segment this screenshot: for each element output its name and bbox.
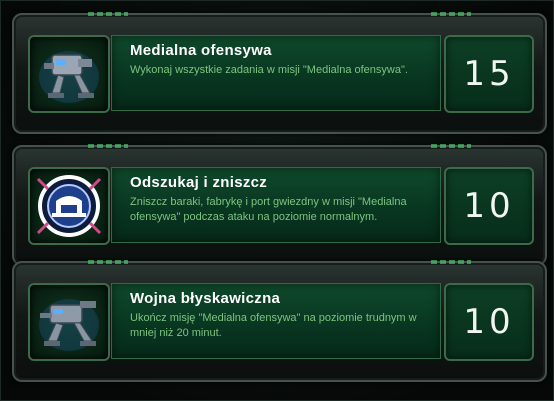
achievement-points-box: 15 bbox=[444, 35, 534, 113]
achievement-info: Wojna błyskawiczna Ukończ misję "Medialn… bbox=[111, 283, 441, 359]
achievement-title: Wojna błyskawiczna bbox=[130, 290, 281, 307]
achievement-info: Odszukaj i zniszcz Zniszcz baraki, fabry… bbox=[111, 167, 441, 243]
achievement-description: Ukończ misję "Medialna ofensywa" na pozi… bbox=[130, 312, 417, 339]
achievement-panel: Medialna ofensywa Wykonaj wszystkie zada… bbox=[12, 12, 547, 134]
achievement-panel: Wojna błyskawiczna Ukończ misję "Medialn… bbox=[12, 260, 547, 382]
achievement-points: 15 bbox=[463, 54, 515, 94]
achievement-description: Zniszcz baraki, fabrykę i port gwiezdny … bbox=[130, 196, 407, 223]
achievements-window: Medialna ofensywa Wykonaj wszystkie zada… bbox=[0, 0, 554, 401]
achievement-points: 10 bbox=[463, 186, 515, 226]
mech-walker-icon bbox=[28, 283, 110, 361]
achievement-title: Odszukaj i zniszcz bbox=[130, 174, 268, 191]
achievement-points-box: 10 bbox=[444, 283, 534, 361]
achievement-info: Medialna ofensywa Wykonaj wszystkie zada… bbox=[111, 35, 441, 111]
achievement-points: 10 bbox=[463, 302, 515, 342]
achievement-description: Wykonaj wszystkie zadania w misji "Media… bbox=[130, 64, 408, 76]
target-bunker-icon bbox=[28, 167, 110, 245]
achievement-title: Medialna ofensywa bbox=[130, 42, 272, 59]
achievement-panel: Odszukaj i zniszcz Zniszcz baraki, fabry… bbox=[12, 144, 547, 266]
mech-walker-icon bbox=[28, 35, 110, 113]
achievement-points-box: 10 bbox=[444, 167, 534, 245]
